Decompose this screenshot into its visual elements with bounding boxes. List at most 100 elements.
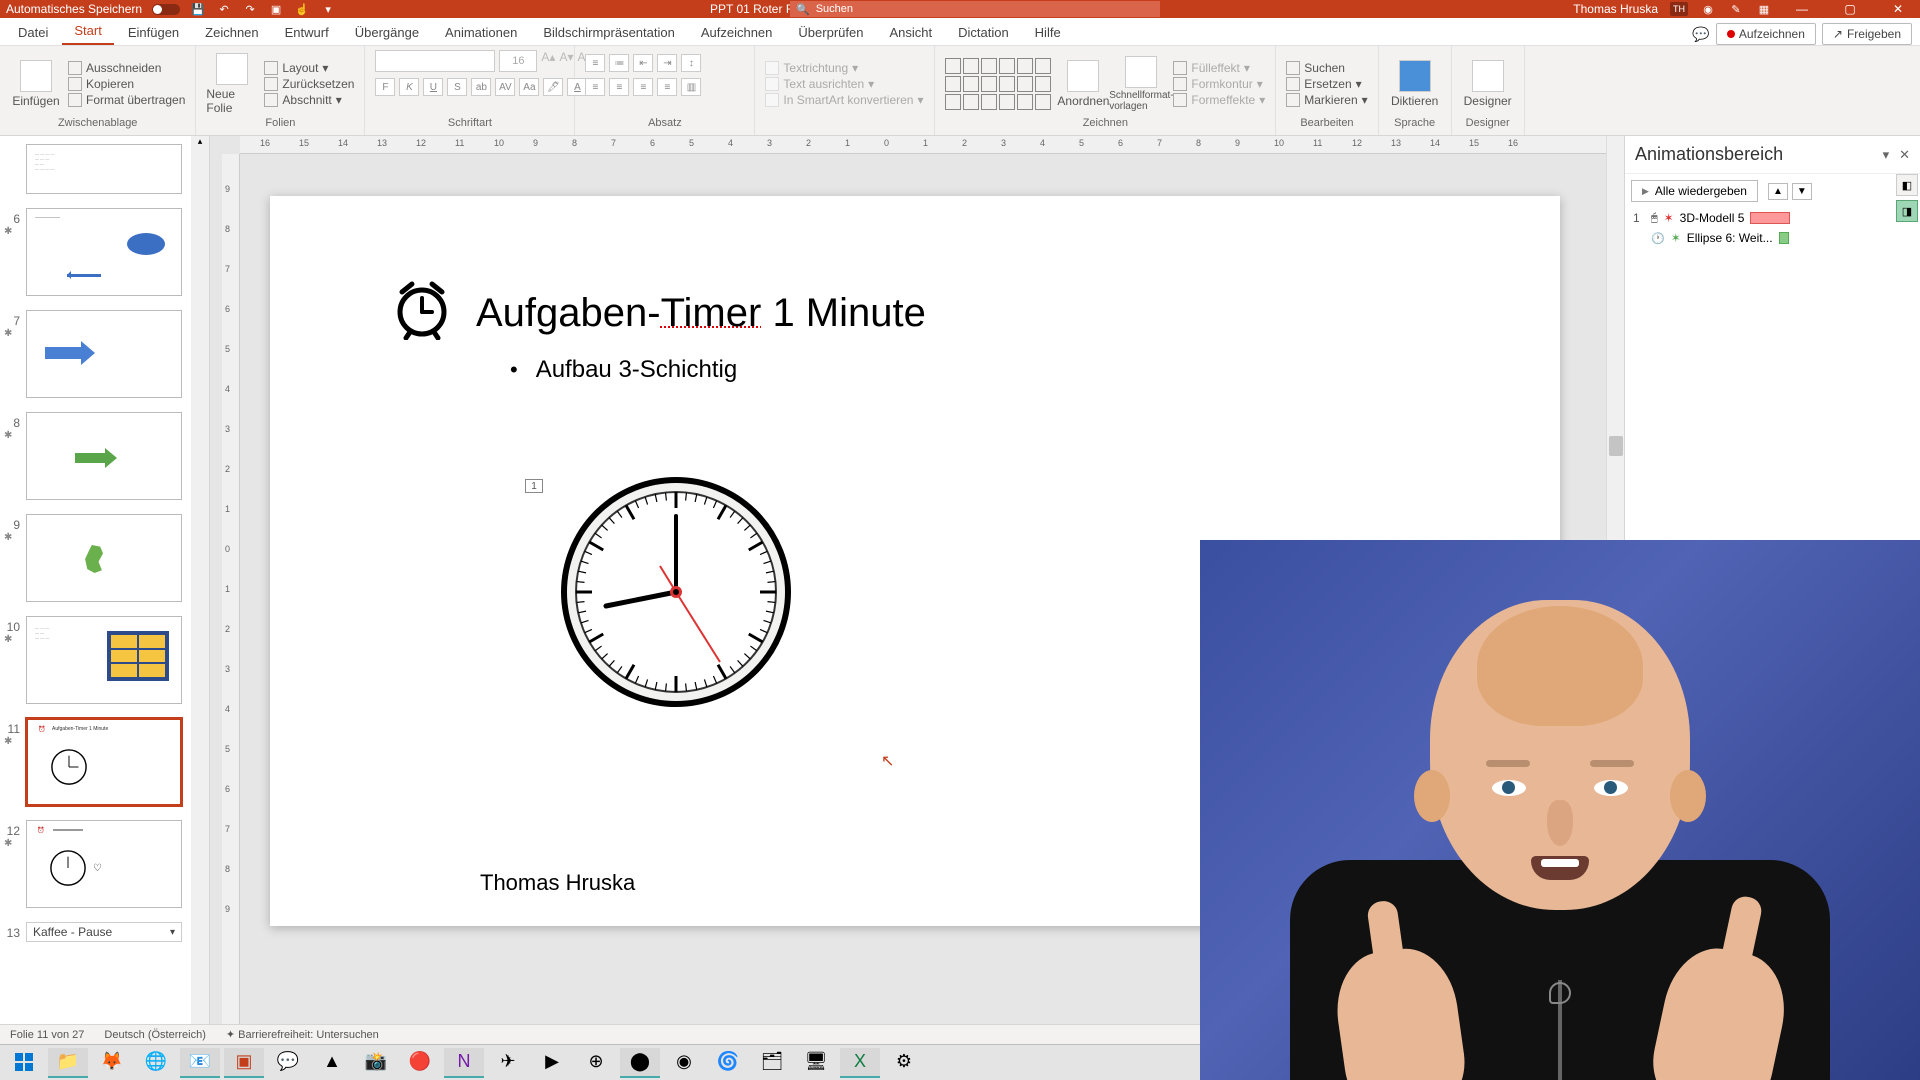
pane-close-icon[interactable]: ✕ (1899, 147, 1910, 163)
timeline-bar-1[interactable] (1750, 212, 1790, 224)
qat-more-icon[interactable]: ▾ (320, 1, 336, 17)
increase-font-icon[interactable]: A▴ (541, 50, 555, 72)
tab-zeichnen[interactable]: Zeichnen (193, 19, 270, 45)
tab-datei[interactable]: Datei (6, 19, 60, 45)
italic-button[interactable]: K (399, 78, 419, 96)
autosave-toggle[interactable] (152, 4, 180, 15)
shadow-button[interactable]: ab (471, 78, 491, 96)
status-slide-number[interactable]: Folie 11 von 27 (10, 1029, 84, 1041)
taskbar-vlc[interactable]: ▲ (312, 1048, 352, 1078)
taskbar-app-9[interactable]: ⚙ (884, 1048, 924, 1078)
tab-animationen[interactable]: Animationen (433, 19, 529, 45)
save-icon[interactable]: 💾 (190, 1, 206, 17)
draw-icon[interactable]: ✎ (1728, 1, 1744, 17)
tab-dictation[interactable]: Dictation (946, 19, 1021, 45)
strike-button[interactable]: S (447, 78, 467, 96)
minimize-button[interactable]: — (1784, 1, 1820, 17)
decrease-font-icon[interactable]: A▾ (559, 50, 573, 72)
tab-start[interactable]: Start (62, 17, 113, 45)
dictate-button[interactable]: Diktieren (1389, 60, 1441, 108)
new-slide-button[interactable]: Neue Folie (206, 53, 258, 115)
pane-tab-1[interactable]: ◧ (1896, 174, 1918, 196)
align-right-button[interactable]: ≡ (633, 78, 653, 96)
pane-dropdown-icon[interactable]: ▾ (1883, 147, 1890, 163)
taskbar-firefox[interactable]: 🦊 (92, 1048, 132, 1078)
section-button[interactable]: Abschnitt ▾ (264, 93, 354, 107)
slide-title[interactable]: Aufgaben-Timer 1 Minute (390, 276, 926, 350)
taskbar-app-1[interactable]: 💬 (268, 1048, 308, 1078)
comments-icon[interactable]: 💬 (1692, 26, 1709, 43)
animation-item-1[interactable]: 1 🖱 ✶ 3D-Modell 5 (1625, 208, 1920, 228)
layout-button[interactable]: Layout ▾ (264, 61, 354, 75)
designer-button[interactable]: Designer (1462, 60, 1514, 108)
spacing-button[interactable]: AV (495, 78, 515, 96)
taskbar-app-7[interactable]: 🗂 (752, 1048, 792, 1078)
slide-thumb-6[interactable]: 6✱ ————— (0, 204, 209, 306)
find-button[interactable]: Suchen (1286, 61, 1367, 75)
taskbar-excel[interactable]: X (840, 1048, 880, 1078)
tab-hilfe[interactable]: Hilfe (1023, 19, 1073, 45)
highlight-button[interactable]: 🖊 (543, 78, 563, 96)
select-button[interactable]: Markieren ▾ (1286, 93, 1367, 107)
slide-bullet-1[interactable]: Aufbau 3-Schichtig (510, 356, 737, 384)
freigeben-button[interactable]: ↗Freigeben (1822, 23, 1912, 45)
maximize-button[interactable]: ▢ (1832, 1, 1868, 17)
status-accessibility[interactable]: ✦ Barrierefreiheit: Untersuchen (226, 1028, 379, 1041)
taskbar-telegram[interactable]: ✈ (488, 1048, 528, 1078)
touch-mode-icon[interactable]: ☝ (294, 1, 310, 17)
taskbar-app-4[interactable]: ▶ (532, 1048, 572, 1078)
slide-thumb-13[interactable]: 13 Kaffee - Pause ▾ (0, 918, 209, 944)
line-spacing-button[interactable]: ↕ (681, 54, 701, 72)
slide-thumbnails[interactable]: — — — —— — —— —— — — — 6✱ ————— 7✱ 8✱ (0, 136, 210, 1076)
reorder-down-icon[interactable]: ▼ (1792, 183, 1812, 200)
taskbar-outlook[interactable]: 📧 (180, 1048, 220, 1078)
columns-button[interactable]: ▥ (681, 78, 701, 96)
search-box[interactable]: 🔍 Suchen (790, 1, 1160, 17)
coming-soon-icon[interactable]: ◉ (1700, 1, 1716, 17)
taskbar-powerpoint[interactable]: ▣ (224, 1048, 264, 1078)
align-center-button[interactable]: ≡ (609, 78, 629, 96)
justify-button[interactable]: ≡ (657, 78, 677, 96)
tab-aufzeichnen[interactable]: Aufzeichnen (689, 19, 785, 45)
undo-icon[interactable]: ↶ (216, 1, 232, 17)
bold-button[interactable]: F (375, 78, 395, 96)
taskbar-app-3[interactable]: 🔴 (400, 1048, 440, 1078)
slide-thumb-9[interactable]: 9✱ (0, 510, 209, 612)
aufzeichnen-button[interactable]: Aufzeichnen (1716, 23, 1816, 45)
tab-einfuegen[interactable]: Einfügen (116, 19, 191, 45)
font-size-select[interactable]: 16 (499, 50, 537, 72)
animation-order-tag[interactable]: 1 (525, 479, 543, 493)
play-all-button[interactable]: Alle wiedergeben (1631, 180, 1758, 202)
tab-entwurf[interactable]: Entwurf (273, 19, 341, 45)
taskbar-app-8[interactable]: 🖥 (796, 1048, 836, 1078)
slide-thumb-7[interactable]: 7✱ (0, 306, 209, 408)
replace-button[interactable]: Ersetzen ▾ (1286, 77, 1367, 91)
outline-button[interactable]: Formkontur ▾ (1173, 77, 1265, 91)
copy-button[interactable]: Kopieren (68, 77, 185, 91)
arrange-button[interactable]: Anordnen (1057, 60, 1109, 108)
pane-tab-2[interactable]: ◨ (1896, 200, 1918, 222)
user-avatar[interactable]: TH (1670, 2, 1688, 16)
slide-thumb-11[interactable]: 11✱ ⏰ Aufgaben-Timer 1 Minute (0, 714, 209, 816)
status-language[interactable]: Deutsch (Österreich) (104, 1029, 205, 1041)
taskbar-explorer[interactable]: 📁 (48, 1048, 88, 1078)
text-direction-button[interactable]: Textrichtung ▾ (765, 61, 923, 75)
cut-button[interactable]: Ausschneiden (68, 61, 185, 75)
outdent-button[interactable]: ⇤ (633, 54, 653, 72)
taskbar-onenote[interactable]: N (444, 1048, 484, 1078)
slide-thumb-5-partial[interactable]: — — — —— — —— —— — — — (0, 140, 209, 204)
bullets-button[interactable]: ≡ (585, 54, 605, 72)
smartart-button[interactable]: In SmartArt konvertieren ▾ (765, 93, 923, 107)
timeline-bar-2[interactable] (1779, 232, 1789, 244)
animation-item-2[interactable]: 🕐 ✶ Ellipse 6: Weit... (1625, 228, 1920, 248)
fill-button[interactable]: Fülleffekt ▾ (1173, 61, 1265, 75)
format-painter-button[interactable]: Format übertragen (68, 93, 185, 107)
numbering-button[interactable]: ≔ (609, 54, 629, 72)
thumbrail-scrollbar[interactable]: ▴ ▾ (191, 136, 209, 1076)
taskbar-chrome[interactable]: 🌐 (136, 1048, 176, 1078)
shapes-gallery[interactable] (945, 58, 1051, 110)
slide-thumb-10[interactable]: 10✱ — — —— —— — — (0, 612, 209, 714)
taskbar-app-5[interactable]: ⊕ (576, 1048, 616, 1078)
tab-ueberpruefen[interactable]: Überprüfen (786, 19, 875, 45)
indent-button[interactable]: ⇥ (657, 54, 677, 72)
